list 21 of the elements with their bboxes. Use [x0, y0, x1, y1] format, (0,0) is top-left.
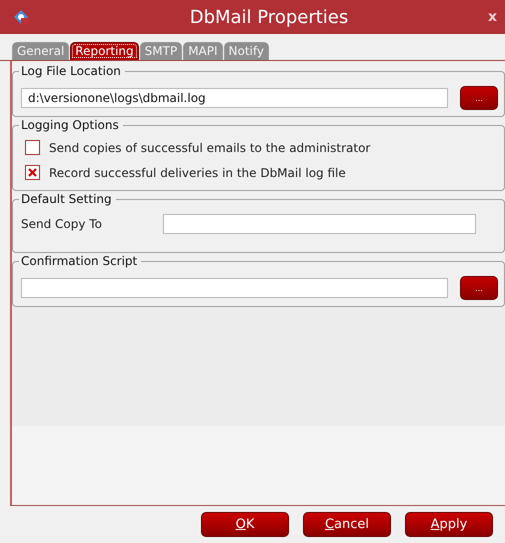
- group-title: Default Setting: [19, 192, 116, 206]
- close-button[interactable]: x: [488, 9, 497, 25]
- app-icon: [12, 8, 30, 26]
- group-title: Confirmation Script: [19, 254, 142, 268]
- browse-button[interactable]: ...: [460, 276, 498, 300]
- dialog-button[interactable]: Apply: [405, 512, 493, 537]
- group-title: Logging Options: [19, 118, 123, 132]
- checkbox[interactable]: [25, 165, 40, 180]
- send-copy-field[interactable]: [163, 214, 476, 234]
- window-title: DbMail Properties: [188, 6, 350, 28]
- field-label: Send Copy To: [21, 217, 103, 231]
- checkbox[interactable]: [25, 140, 40, 155]
- browse-button[interactable]: ...: [460, 86, 498, 110]
- path-field[interactable]: [21, 278, 448, 298]
- checkbox-label: Send copies of successful emails to the administrator: [49, 140, 370, 154]
- dialog-button[interactable]: OK: [201, 512, 289, 537]
- group-title: Log File Location: [19, 64, 125, 78]
- checkbox-label: Record successful deliveries in the DbMail log file: [49, 166, 346, 180]
- dialog-button[interactable]: Cancel: [303, 512, 391, 537]
- path-field[interactable]: d:\versionone\logs\dbmail.log: [21, 88, 448, 108]
- tab[interactable]: Reporting: [70, 42, 139, 60]
